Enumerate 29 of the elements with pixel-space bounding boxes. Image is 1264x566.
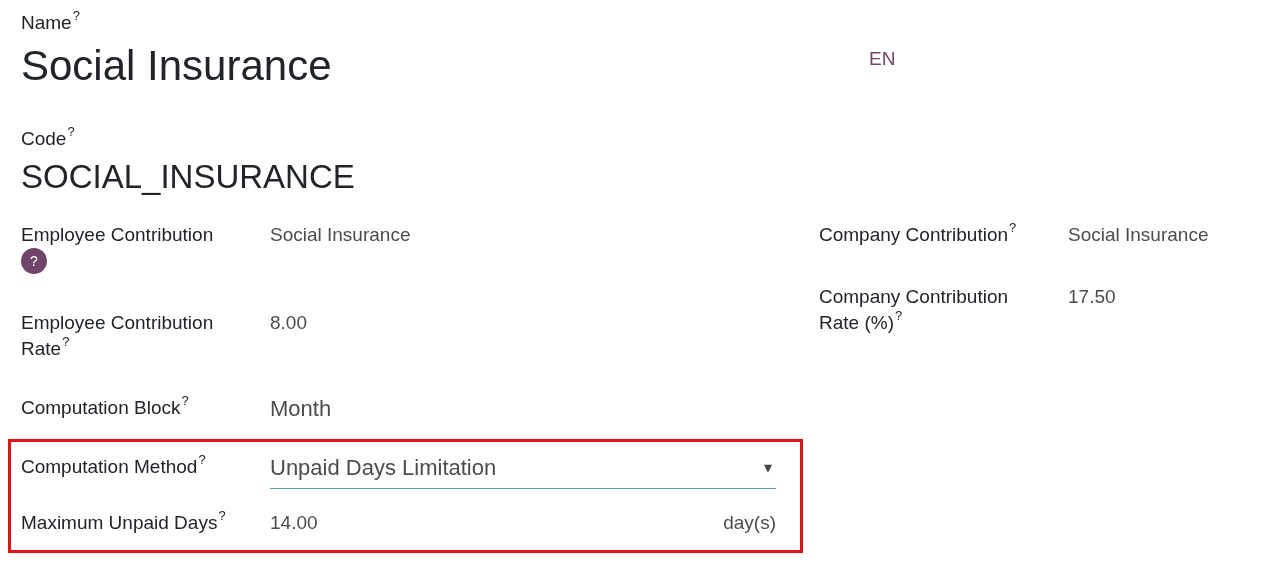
help-mark[interactable]: ? (67, 124, 75, 139)
field-label: Company Contribution$^{?}$ (819, 222, 1018, 247)
record-code: SOCIAL_INSURANCE (21, 157, 356, 197)
field-label: Employee Contribution (21, 223, 215, 247)
language-link[interactable]: EN (869, 48, 896, 70)
field-label: Computation Block$^{?}$ (21, 395, 190, 420)
field-label: Code$^{?}$ (21, 126, 76, 151)
field-value: Social Insurance (270, 223, 411, 247)
help-mark[interactable]: ? (198, 452, 206, 467)
help-badge[interactable]: ? (21, 248, 47, 274)
field-label: Maximum Unpaid Days$^{?}$ (21, 510, 227, 535)
field-label: Computation Method$^{?}$ (21, 454, 207, 479)
help-mark[interactable]: ? (218, 508, 226, 523)
field-value: 17.50 (1068, 285, 1116, 309)
field-value: 8.00 (270, 311, 307, 335)
help-mark[interactable]: ? (1009, 220, 1017, 235)
help-mark[interactable]: ? (181, 393, 189, 408)
field-value: Social Insurance (1068, 223, 1209, 247)
field-value: Month (270, 395, 332, 423)
select-field[interactable]: Unpaid Days Limitation ▾ (270, 454, 776, 489)
help-mark[interactable]: ? (72, 8, 80, 23)
field-label: Company Contribution Rate (%)$^{?}$ (819, 285, 1010, 335)
record-name: Social Insurance (21, 41, 333, 91)
help-mark[interactable]: ? (894, 308, 903, 323)
field-value: 14.00 (270, 511, 318, 535)
unit-label: day(s) (723, 511, 776, 535)
field-label: Name$^{?}$ (21, 10, 81, 35)
field-label: Employee Contribution Rate$^{?}$ (21, 311, 215, 361)
help-mark[interactable]: ? (62, 334, 70, 349)
